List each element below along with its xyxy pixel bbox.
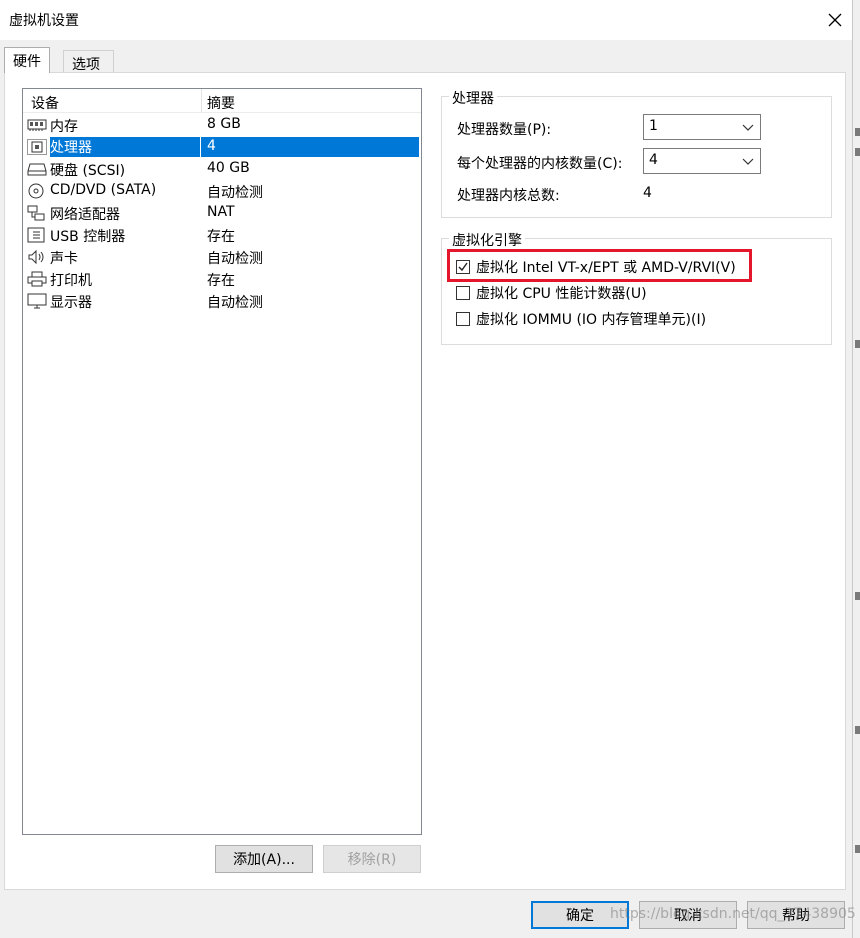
device-summary: 自动检测 bbox=[207, 251, 263, 267]
cpu-perf-counter-checkbox[interactable] bbox=[456, 286, 470, 300]
device-row-printer[interactable]: 打印机 存在 bbox=[23, 268, 421, 290]
network-icon bbox=[27, 205, 47, 221]
device-row-memory[interactable]: 内存 8 GB bbox=[23, 114, 421, 136]
tab-options[interactable]: 选项 bbox=[63, 50, 114, 74]
chevron-down-icon bbox=[742, 155, 754, 167]
device-name: 内存 bbox=[50, 119, 78, 135]
device-summary: 8 GB bbox=[207, 116, 241, 132]
monitor-icon bbox=[27, 293, 47, 309]
total-cores-label: 处理器内核总数: bbox=[457, 188, 560, 204]
cores-per-processor-select[interactable]: 4 bbox=[643, 148, 761, 174]
list-header: 设备 摘要 bbox=[23, 89, 421, 113]
device-name: 打印机 bbox=[50, 273, 92, 289]
column-header-device[interactable]: 设备 bbox=[31, 93, 59, 113]
device-name: 显示器 bbox=[50, 295, 92, 311]
device-row-network[interactable]: 网络适配器 NAT bbox=[23, 202, 421, 224]
close-icon[interactable] bbox=[820, 6, 850, 34]
device-row-sound-card[interactable]: 声卡 自动检测 bbox=[23, 246, 421, 268]
device-row-cd-dvd[interactable]: CD/DVD (SATA) 自动检测 bbox=[23, 180, 421, 202]
remove-device-button[interactable]: 移除(R) bbox=[323, 845, 421, 873]
hard-disk-icon bbox=[27, 161, 47, 177]
device-summary: 自动检测 bbox=[207, 185, 263, 201]
add-device-button[interactable]: 添加(A)... bbox=[215, 845, 313, 873]
cd-dvd-icon bbox=[27, 183, 47, 199]
virtualization-group-title: 虚拟化引擎 bbox=[449, 230, 525, 250]
device-summary: 4 bbox=[207, 138, 216, 154]
device-summary: NAT bbox=[207, 204, 235, 220]
iommu-checkbox[interactable] bbox=[456, 312, 470, 326]
total-cores-value: 4 bbox=[643, 185, 652, 201]
processors-count-value: 1 bbox=[649, 118, 658, 134]
printer-icon bbox=[27, 271, 47, 287]
cores-per-processor-label: 每个处理器的内核数量(C): bbox=[457, 156, 623, 172]
device-row-usb[interactable]: USB 控制器 存在 bbox=[23, 224, 421, 246]
title-bar: 虚拟机设置 bbox=[0, 0, 852, 40]
device-name: CD/DVD (SATA) bbox=[50, 182, 157, 198]
device-row-display[interactable]: 显示器 自动检测 bbox=[23, 290, 421, 312]
tab-hardware[interactable]: 硬件 bbox=[4, 47, 50, 73]
device-row-processor[interactable]: 处理器 4 bbox=[23, 136, 421, 158]
memory-icon bbox=[27, 117, 47, 133]
device-summary: 40 GB bbox=[207, 160, 250, 176]
device-row-hard-disk[interactable]: 硬盘 (SCSI) 40 GB bbox=[23, 158, 421, 180]
cpu-icon bbox=[27, 139, 47, 155]
column-header-summary[interactable]: 摘要 bbox=[207, 93, 235, 113]
processor-group-title: 处理器 bbox=[449, 88, 497, 108]
window-title: 虚拟机设置 bbox=[9, 13, 79, 29]
selection-highlight bbox=[201, 137, 419, 157]
device-name: 硬盘 (SCSI) bbox=[50, 163, 126, 179]
iommu-label: 虚拟化 IOMMU (IO 内存管理单元)(I) bbox=[476, 312, 707, 328]
watermark-text: https://blog.csdn.net/qq_37438905 bbox=[610, 906, 856, 922]
column-divider[interactable] bbox=[201, 89, 202, 112]
device-summary: 存在 bbox=[207, 229, 235, 245]
device-summary: 自动检测 bbox=[207, 295, 263, 311]
device-list[interactable]: 设备 摘要 内存 8 GB 处理器 4 硬盘 (SCSI) 40 GB CD/D… bbox=[22, 88, 422, 835]
processors-count-label: 处理器数量(P): bbox=[457, 122, 552, 138]
background-window-edge bbox=[852, 0, 860, 938]
cpu-perf-counter-label: 虚拟化 CPU 性能计数器(U) bbox=[476, 286, 647, 302]
chevron-down-icon bbox=[742, 121, 754, 133]
cores-per-processor-value: 4 bbox=[649, 152, 658, 168]
device-summary: 存在 bbox=[207, 273, 235, 289]
device-name: USB 控制器 bbox=[50, 229, 126, 245]
usb-icon bbox=[27, 227, 47, 243]
processors-count-select[interactable]: 1 bbox=[643, 114, 761, 140]
device-name: 处理器 bbox=[50, 137, 200, 157]
speaker-icon bbox=[27, 249, 47, 265]
annotation-highlight-box bbox=[447, 249, 752, 282]
device-name: 网络适配器 bbox=[50, 207, 120, 223]
device-name: 声卡 bbox=[50, 251, 78, 267]
